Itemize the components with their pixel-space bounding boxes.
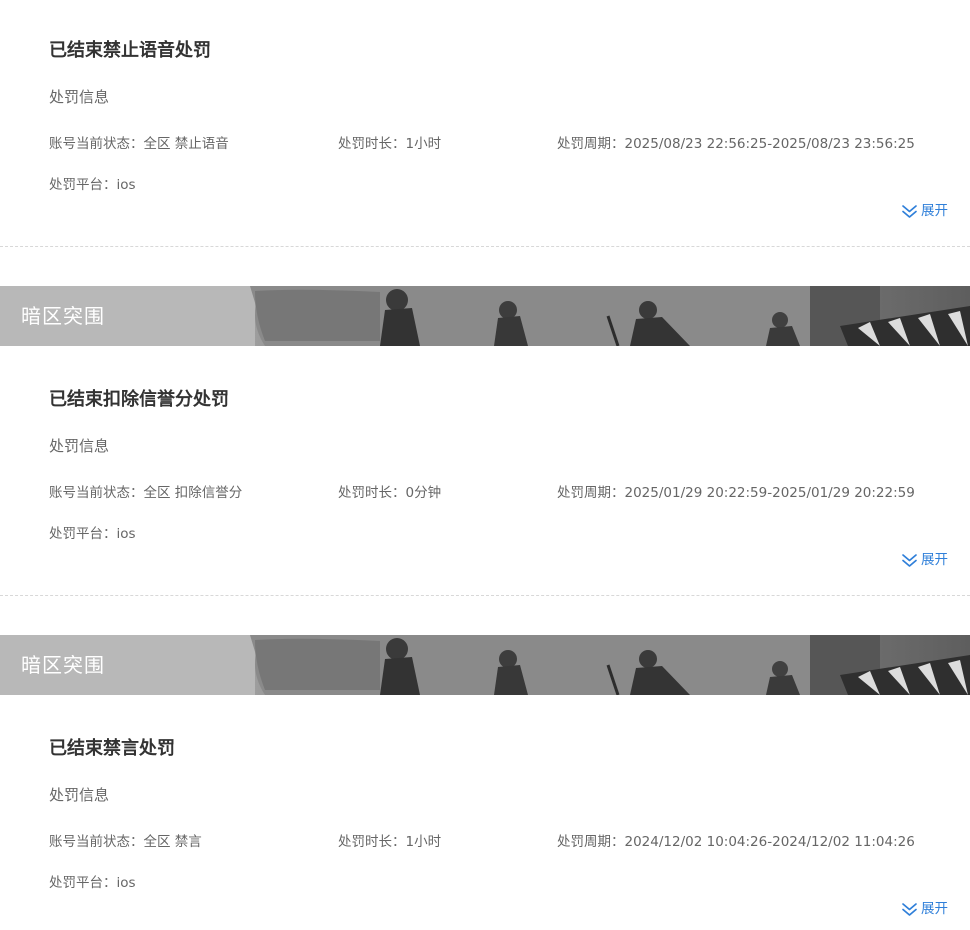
duration-field: 处罚时长：1小时 bbox=[338, 833, 441, 851]
field-label: 处罚时长： bbox=[338, 834, 406, 850]
platform-field: 处罚平台：ios bbox=[49, 176, 136, 194]
field-value: 1小时 bbox=[405, 834, 442, 850]
record-title: 已结束禁止语音处罚 bbox=[49, 40, 211, 61]
double-chevron-down-icon bbox=[902, 553, 917, 567]
game-banner: 暗区突围 bbox=[0, 635, 970, 695]
expand-button[interactable]: 展开 bbox=[901, 551, 948, 569]
soldiers-banner-image bbox=[0, 286, 970, 346]
period-field: 处罚周期：2025/08/23 22:56:25-2025/08/23 23:5… bbox=[557, 135, 915, 153]
divider bbox=[0, 595, 970, 596]
divider bbox=[0, 246, 970, 247]
info-heading: 处罚信息 bbox=[49, 786, 110, 804]
field-value: ios bbox=[116, 177, 136, 193]
period-field: 处罚周期：2025/01/29 20:22:59-2025/01/29 20:2… bbox=[557, 484, 915, 502]
field-label: 处罚时长： bbox=[338, 136, 406, 152]
field-label: 账号当前状态： bbox=[49, 136, 144, 152]
record-title: 已结束扣除信誉分处罚 bbox=[49, 389, 229, 410]
expand-label: 展开 bbox=[921, 901, 948, 917]
game-title: 暗区突围 bbox=[21, 653, 105, 677]
game-banner: 暗区突围 bbox=[0, 286, 970, 346]
duration-field: 处罚时长：0分钟 bbox=[338, 484, 441, 502]
field-value: 全区 禁止语音 bbox=[143, 136, 229, 152]
field-value: ios bbox=[116, 875, 136, 891]
punishment-records-page: 已结束禁止语音处罚 处罚信息 账号当前状态：全区 禁止语音 处罚时长：1小时 处… bbox=[0, 0, 970, 930]
field-label: 处罚平台： bbox=[49, 177, 117, 193]
field-value: 1小时 bbox=[405, 136, 442, 152]
period-field: 处罚周期：2024/12/02 10:04:26-2024/12/02 11:0… bbox=[557, 833, 915, 851]
double-chevron-down-icon bbox=[902, 204, 917, 218]
field-value: 2024/12/02 10:04:26-2024/12/02 11:04:26 bbox=[624, 834, 915, 850]
double-chevron-down-icon bbox=[902, 902, 917, 916]
field-label: 处罚平台： bbox=[49, 526, 117, 542]
field-value: 2025/01/29 20:22:59-2025/01/29 20:22:59 bbox=[624, 485, 915, 501]
field-label: 处罚周期： bbox=[557, 485, 625, 501]
platform-field: 处罚平台：ios bbox=[49, 525, 136, 543]
field-value: ios bbox=[116, 526, 136, 542]
info-heading: 处罚信息 bbox=[49, 437, 110, 455]
field-value: 0分钟 bbox=[405, 485, 442, 501]
duration-field: 处罚时长：1小时 bbox=[338, 135, 441, 153]
field-label: 处罚周期： bbox=[557, 834, 625, 850]
account-status-field: 账号当前状态：全区 禁言 bbox=[49, 833, 202, 851]
record-title: 已结束禁言处罚 bbox=[49, 738, 175, 759]
platform-field: 处罚平台：ios bbox=[49, 874, 136, 892]
game-title: 暗区突围 bbox=[21, 304, 105, 328]
account-status-field: 账号当前状态：全区 禁止语音 bbox=[49, 135, 229, 153]
field-label: 处罚时长： bbox=[338, 485, 406, 501]
field-value: 全区 禁言 bbox=[143, 834, 202, 850]
field-label: 账号当前状态： bbox=[49, 834, 144, 850]
field-label: 账号当前状态： bbox=[49, 485, 144, 501]
soldiers-banner-image bbox=[0, 635, 970, 695]
field-value: 全区 扣除信誉分 bbox=[143, 485, 243, 501]
expand-button[interactable]: 展开 bbox=[901, 900, 948, 918]
field-value: 2025/08/23 22:56:25-2025/08/23 23:56:25 bbox=[624, 136, 915, 152]
account-status-field: 账号当前状态：全区 扣除信誉分 bbox=[49, 484, 242, 502]
field-label: 处罚周期： bbox=[557, 136, 625, 152]
field-label: 处罚平台： bbox=[49, 875, 117, 891]
expand-button[interactable]: 展开 bbox=[901, 202, 948, 220]
expand-label: 展开 bbox=[921, 203, 948, 219]
info-heading: 处罚信息 bbox=[49, 88, 110, 106]
expand-label: 展开 bbox=[921, 552, 948, 568]
